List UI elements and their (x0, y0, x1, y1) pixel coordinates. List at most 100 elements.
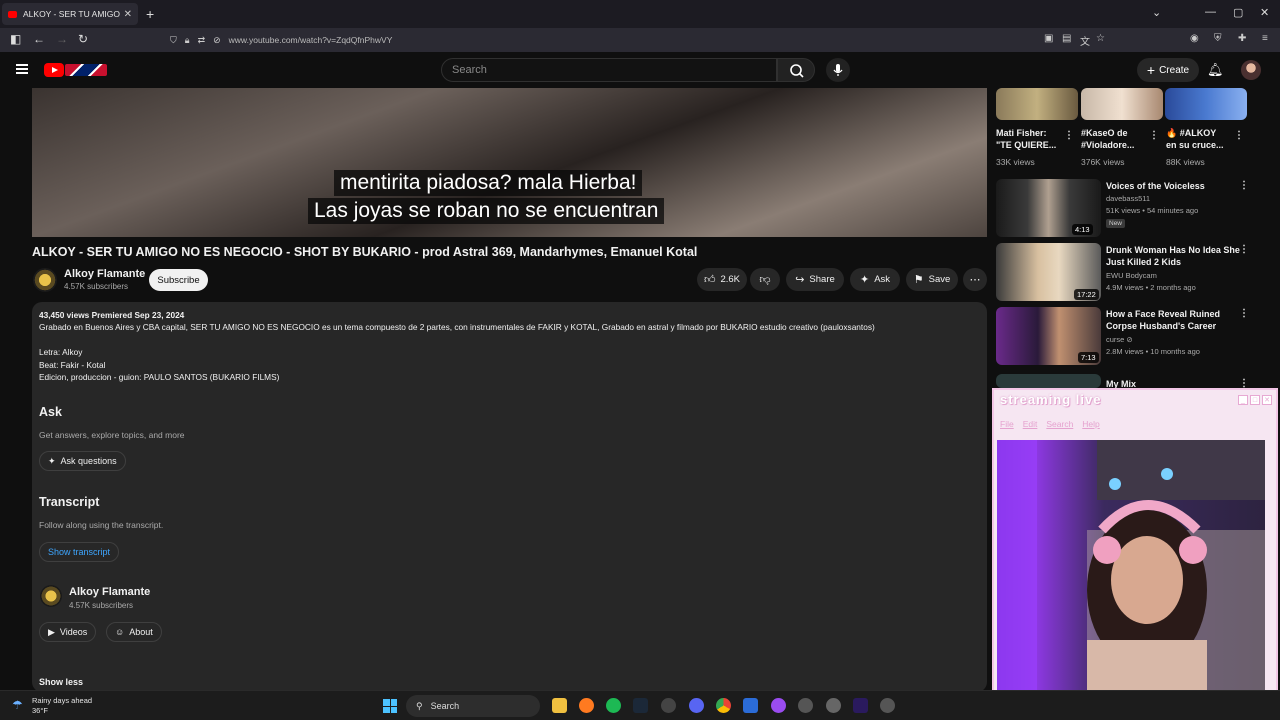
more-vert-icon[interactable]: ⋮ (1239, 244, 1249, 255)
taskbar-search[interactable]: ⚲ Search (406, 695, 540, 717)
webcam-feed (997, 440, 1265, 712)
weather-widget[interactable]: Rainy days ahead 36°F (32, 696, 92, 716)
more-vert-icon[interactable]: ⋮ (1064, 130, 1074, 141)
more-vert-icon[interactable]: ⋮ (1234, 130, 1244, 141)
sparkle-icon: ✦ (48, 455, 56, 466)
about-button[interactable]: ☺ About (106, 622, 162, 642)
app-icon[interactable] (826, 698, 841, 713)
close-tab-icon[interactable]: ✕ (124, 9, 132, 20)
steam-icon[interactable] (633, 698, 648, 713)
chrome-icon[interactable] (716, 698, 731, 713)
webcam-image (997, 440, 1265, 712)
sidebar-toggle-icon[interactable]: ◧ (10, 32, 21, 46)
short-thumbnail[interactable] (1165, 88, 1247, 120)
caption-line-1: mentirita piadosa? mala Hierba! (334, 170, 643, 196)
short-title[interactable]: 🔥 #ALKOY en su cruce... (1166, 127, 1224, 151)
hamburger-menu-icon[interactable] (16, 64, 28, 74)
video-channel[interactable]: curse ⊘ (1106, 334, 1133, 346)
app-icon[interactable] (771, 698, 786, 713)
voice-search-button[interactable] (826, 58, 850, 82)
more-vert-icon[interactable]: ⋮ (1239, 180, 1249, 191)
show-transcript-button[interactable]: Show transcript (39, 542, 120, 562)
notifications-bell-icon[interactable]: 🔔︎ (1207, 62, 1224, 78)
discord-icon[interactable] (689, 698, 704, 713)
more-actions-button[interactable]: ⋯ (963, 268, 987, 291)
video-channel[interactable]: davebass511 (1106, 193, 1150, 205)
channel-avatar-small[interactable] (40, 585, 62, 607)
ublock-icon[interactable]: ⛨ (1214, 33, 1222, 44)
ask-button[interactable]: ✦ Ask (850, 268, 900, 291)
premiere-icon[interactable] (853, 698, 868, 713)
short-title[interactable]: #KaseO de #Violadore... (1081, 127, 1134, 151)
videos-button[interactable]: ▶ Videos (39, 622, 97, 642)
extensions-puzzle-icon[interactable]: ✚ (1238, 33, 1246, 44)
short-thumbnail[interactable] (996, 88, 1078, 120)
address-bar[interactable]: ⛉ 🔒︎ ⇄ ⊘ www.youtube.com/watch?v=ZqdQfnP… (170, 31, 1120, 49)
short-title[interactable]: Mati Fisher: "TE QUIERE... (996, 127, 1056, 151)
reader-icon[interactable]: ▣ (1044, 33, 1053, 44)
short-thumbnail[interactable] (1081, 88, 1163, 120)
file-explorer-icon[interactable] (552, 698, 567, 713)
bookmark-icon: ⚑ (913, 274, 924, 286)
maximize-icon[interactable]: ▢ (1233, 6, 1243, 19)
minimize-icon[interactable]: — (1205, 6, 1216, 18)
close-window-icon[interactable]: ✕ (1260, 6, 1269, 19)
logo-flag-doodle[interactable] (65, 64, 107, 76)
ask-label: Ask (874, 274, 891, 285)
spotify-icon[interactable] (606, 698, 621, 713)
app-icon[interactable] (798, 698, 813, 713)
windows-start-icon[interactable] (383, 699, 397, 713)
video-title[interactable]: Drunk Woman Has No Idea She Just Killed 2… (1106, 244, 1240, 268)
menu-icon[interactable]: ≡ (1262, 33, 1268, 44)
save-button[interactable]: ⚑ Save (906, 268, 958, 291)
app-icon[interactable] (743, 698, 758, 713)
show-less-link[interactable]: Show less (39, 677, 83, 687)
app-icon[interactable] (880, 698, 895, 713)
search-input[interactable]: Search (441, 58, 777, 82)
channel-avatar[interactable] (33, 268, 57, 292)
search-button[interactable] (777, 58, 815, 82)
share-button[interactable]: ↪ Share (786, 268, 844, 291)
video-duration: 17:22 (1074, 289, 1099, 300)
like-count: 2.6K (720, 274, 741, 285)
channel-name-footer[interactable]: Alkoy Flamante (69, 586, 150, 598)
video-player[interactable]: mentirita piadosa? mala Hierba! Las joya… (32, 88, 987, 237)
mix-thumbnail[interactable] (996, 374, 1101, 388)
menu-help: Help (1082, 419, 1100, 429)
subscribe-button[interactable]: Subscribe (149, 269, 208, 291)
channel-subs-footer: 4.57K subscribers (69, 601, 134, 610)
like-button[interactable]: 👍︎ 2.6K (697, 268, 747, 291)
video-title[interactable]: How a Face Reveal Ruined Corpse Husband's… (1106, 308, 1220, 332)
youtube-logo[interactable] (44, 63, 64, 77)
ask-questions-button[interactable]: ✦ Ask questions (39, 451, 126, 471)
account-avatar[interactable] (1241, 60, 1261, 80)
minimize-icon: _ (1238, 395, 1248, 405)
more-vert-icon[interactable]: ⋮ (1149, 130, 1159, 141)
back-icon[interactable]: ← (33, 32, 45, 46)
video-channel[interactable]: EWU Bodycam (1106, 270, 1157, 282)
menu-file: File (1000, 419, 1014, 429)
screenshot-icon[interactable]: ▤ (1062, 33, 1071, 44)
bookmark-star-icon[interactable]: ☆ (1096, 33, 1105, 44)
browser-tab[interactable]: ALKOY - SER TU AMIGO NO ES ✕ (2, 3, 138, 25)
obs-icon[interactable] (661, 698, 676, 713)
extension-icon[interactable]: ◉ (1190, 33, 1199, 44)
create-button[interactable]: + Create (1137, 58, 1199, 82)
firefox-icon[interactable] (579, 698, 594, 713)
video-title[interactable]: Voices of the Voiceless (1106, 180, 1205, 192)
channel-name[interactable]: Alkoy Flamante (64, 268, 145, 280)
translate-icon[interactable]: 文 (1080, 33, 1090, 48)
short-views: 376K views (1081, 157, 1125, 167)
forward-icon[interactable]: → (56, 32, 68, 46)
share-label: Share (809, 274, 835, 285)
new-tab-icon[interactable]: + (146, 6, 154, 22)
dislike-button[interactable]: 👎︎ (750, 268, 780, 291)
tab-list-icon[interactable]: ⌄ (1152, 6, 1161, 19)
short-views: 88K views (1166, 157, 1205, 167)
stream-window-controls: _ □ ✕ (1238, 395, 1272, 405)
play-icon: ▶ (48, 626, 55, 637)
new-badge: New (1106, 219, 1126, 228)
reload-icon[interactable]: ↻ (78, 32, 88, 46)
more-vert-icon[interactable]: ⋮ (1239, 308, 1249, 319)
permissions-icon: ⇄ (197, 34, 206, 45)
